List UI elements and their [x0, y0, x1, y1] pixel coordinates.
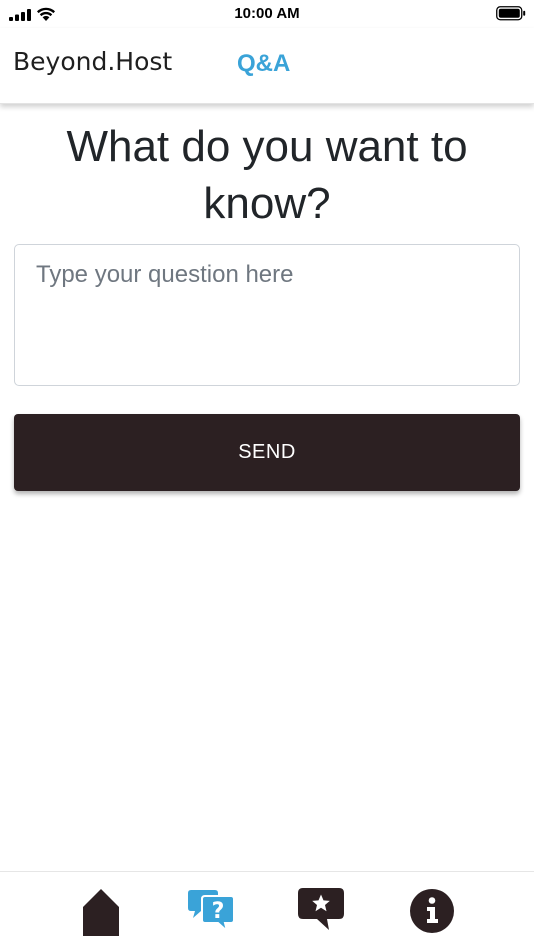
svg-text:?: ? [212, 899, 225, 924]
info-icon [410, 889, 454, 933]
app-header: Beyond.Host Q&A [0, 28, 534, 104]
home-icon [83, 889, 119, 936]
brand-logo-text[interactable]: Beyond.Host [13, 47, 172, 76]
nav-tab-qa[interactable]: Q&A [237, 50, 290, 78]
send-button[interactable]: SEND [14, 414, 520, 491]
bottom-tab-bar: ? [0, 871, 534, 951]
tab-info[interactable] [409, 888, 455, 939]
question-chat-icon: ? [188, 890, 235, 934]
status-time: 10:00 AM [234, 5, 300, 22]
battery-icon [496, 6, 526, 21]
star-chat-icon [298, 888, 344, 930]
tab-home[interactable] [82, 888, 120, 941]
question-input[interactable] [14, 244, 520, 386]
tab-qa[interactable]: ? [187, 886, 237, 939]
page-title: What do you want to know? [66, 122, 468, 228]
tab-reviews[interactable] [297, 886, 345, 939]
status-bar: 10:00 AM [0, 0, 534, 28]
